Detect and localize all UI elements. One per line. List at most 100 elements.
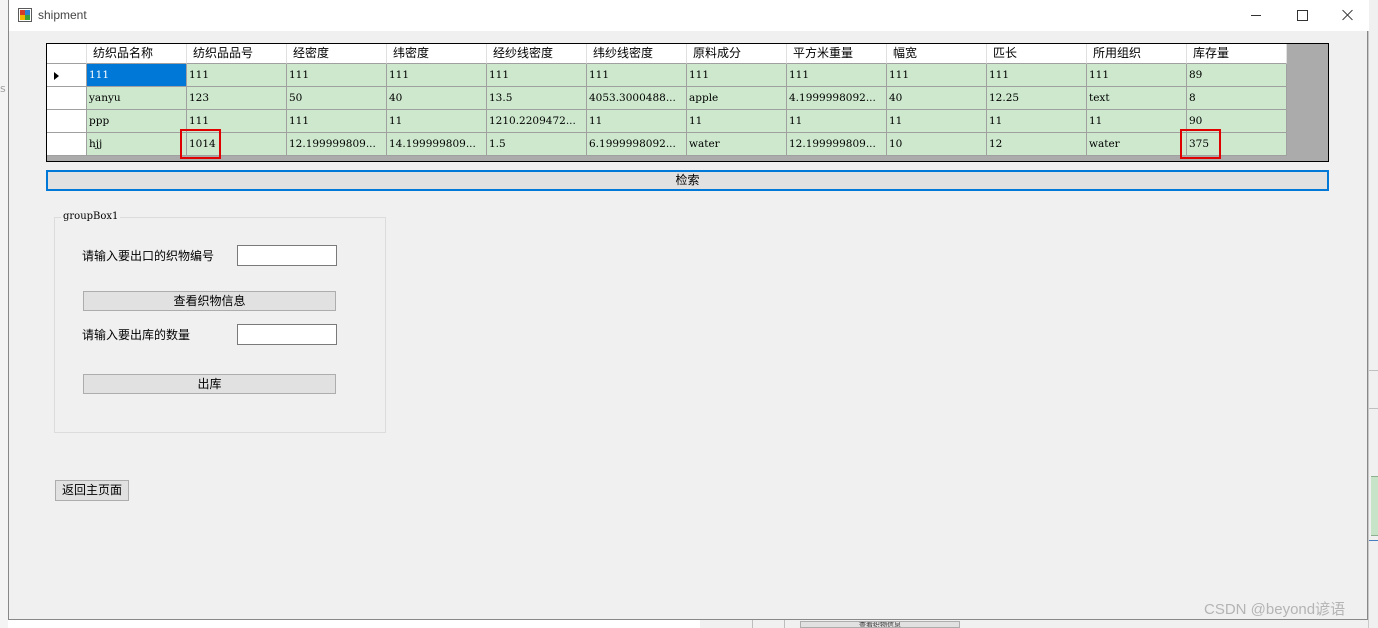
table-cell[interactable]: 111 xyxy=(1087,64,1187,87)
table-cell[interactable]: 12.199999809... xyxy=(287,133,387,156)
column-header[interactable]: 幅宽 xyxy=(887,44,987,64)
table-cell[interactable]: 4.1999998092... xyxy=(787,87,887,110)
app-icon xyxy=(18,8,32,22)
table-cell[interactable]: 111 xyxy=(87,64,187,87)
row-header[interactable] xyxy=(47,133,87,156)
table-cell[interactable]: 1.5 xyxy=(487,133,587,156)
table-cell[interactable]: 40 xyxy=(387,87,487,110)
fabric-id-label: 请输入要出口的织物编号 xyxy=(82,249,215,263)
background-divider xyxy=(1369,370,1378,371)
minimize-icon[interactable] xyxy=(1233,0,1279,31)
column-header[interactable]: 原料成分 xyxy=(687,44,787,64)
table-cell[interactable]: 11 xyxy=(1087,110,1187,133)
fabric-data-grid[interactable]: 纺织品名称 纺织品品号 经密度 纬密度 经纱线密度 纬纱线密度 原料成分 平方米重量 幅宽 匹长所… xyxy=(46,43,1329,162)
table-cell[interactable]: 11 xyxy=(787,110,887,133)
window-title: shipment xyxy=(38,8,87,22)
table-cell[interactable]: hjj xyxy=(87,133,187,156)
background-divider xyxy=(1369,408,1378,409)
background-grid-fragment xyxy=(1371,476,1378,536)
table-cell[interactable]: 111 xyxy=(287,110,387,133)
maximize-icon[interactable] xyxy=(1279,0,1325,31)
background-window-right xyxy=(1368,0,1378,628)
table-cell[interactable]: 40 xyxy=(887,87,987,110)
table-cell[interactable]: 4053.3000488... xyxy=(587,87,687,110)
column-header[interactable]: 纺织品品号 xyxy=(187,44,287,64)
background-view-button: 查看织物信息 xyxy=(800,621,960,628)
column-header[interactable]: 纬纱线密度 xyxy=(587,44,687,64)
grid-header-row: 纺织品名称 纺织品品号 经密度 纬密度 经纱线密度 纬纱线密度 原料成分 平方米重量 幅宽 匹长所… xyxy=(47,44,1287,64)
table-cell[interactable]: 11 xyxy=(387,110,487,133)
row-header[interactable] xyxy=(47,87,87,110)
table-cell[interactable]: 111 xyxy=(887,64,987,87)
background-divider xyxy=(752,620,753,628)
table-cell[interactable]: 90 xyxy=(1187,110,1287,133)
column-header[interactable]: 库存量 xyxy=(1187,44,1287,64)
table-cell[interactable]: 111 xyxy=(287,64,387,87)
table-row[interactable]: hjj 1014 12.199999809... 14.199999809... 1.5… xyxy=(47,133,1287,156)
groupbox: groupBox1 请输入要出口的织物编号 查看织物信息 请输入要出库的数量 出… xyxy=(54,211,386,433)
table-cell[interactable]: 10 xyxy=(887,133,987,156)
table-cell[interactable]: water xyxy=(1087,133,1187,156)
view-fabric-button[interactable]: 查看织物信息 xyxy=(83,291,336,311)
table-cell[interactable]: 1210.2209472... xyxy=(487,110,587,133)
table-cell[interactable]: apple xyxy=(687,87,787,110)
table-cell[interactable]: 8 xyxy=(1187,87,1287,110)
table-cell[interactable]: 111 xyxy=(687,64,787,87)
table-cell[interactable]: yanyu xyxy=(87,87,187,110)
table-cell[interactable]: 111 xyxy=(187,110,287,133)
current-row-arrow-icon xyxy=(54,72,59,80)
shipment-window: shipment 纺织品名称 纺织品品号 经密度 纬密度 经纱线密度 纬纱线密度 原料成分平… xyxy=(8,0,1369,620)
table-cell[interactable]: water xyxy=(687,133,787,156)
table-cell[interactable]: 111 xyxy=(587,64,687,87)
column-header[interactable]: 所用组织 xyxy=(1087,44,1187,64)
table-cell[interactable]: 123 xyxy=(187,87,287,110)
table-cell[interactable]: 111 xyxy=(187,64,287,87)
title-bar[interactable]: shipment xyxy=(9,0,1369,31)
table-cell[interactable]: 13.5 xyxy=(487,87,587,110)
column-header[interactable]: 平方米重量 xyxy=(787,44,887,64)
background-window-bottom: 查看织物信息 xyxy=(700,620,1368,628)
table-cell[interactable]: 11 xyxy=(887,110,987,133)
column-header[interactable]: 匹长 xyxy=(987,44,1087,64)
table-cell[interactable]: 6.1999998092... xyxy=(587,133,687,156)
quantity-label: 请输入要出库的数量 xyxy=(82,328,191,342)
background-divider xyxy=(784,620,785,628)
column-header[interactable]: 纬密度 xyxy=(387,44,487,64)
table-cell[interactable]: 12.25 xyxy=(987,87,1087,110)
table-cell[interactable]: 111 xyxy=(487,64,587,87)
table-row[interactable]: yanyu 123 50 40 13.5 4053.3000488... apple 4.19… xyxy=(47,87,1287,110)
grid-corner-header[interactable] xyxy=(47,44,87,64)
table-cell[interactable]: 12 xyxy=(987,133,1087,156)
column-header[interactable]: 经密度 xyxy=(287,44,387,64)
quantity-input[interactable] xyxy=(237,324,337,345)
fabric-id-input[interactable] xyxy=(237,245,337,266)
table-cell[interactable]: 11 xyxy=(587,110,687,133)
table-cell[interactable]: 1014 xyxy=(187,133,287,156)
table-cell[interactable]: ppp xyxy=(87,110,187,133)
close-icon[interactable] xyxy=(1325,0,1371,31)
row-header[interactable] xyxy=(47,110,87,133)
table-row[interactable]: ppp 111 111 11 1210.2209472... 11 11 11 11 11 11 90 xyxy=(47,110,1287,133)
column-header[interactable]: 纺织品名称 xyxy=(87,44,187,64)
table-cell[interactable]: text xyxy=(1087,87,1187,110)
table-cell[interactable]: 11 xyxy=(987,110,1087,133)
search-button[interactable]: 检索 xyxy=(46,170,1329,191)
groupbox-legend: groupBox1 xyxy=(61,211,121,223)
table-row[interactable]: 111 111 111 111 111 111 111 111 111 111 111 89 xyxy=(47,64,1287,87)
background-left-text: s xyxy=(0,82,6,95)
background-window-left: s xyxy=(0,0,8,628)
table-cell[interactable]: 111 xyxy=(987,64,1087,87)
table-cell[interactable]: 111 xyxy=(387,64,487,87)
table-cell[interactable]: 50 xyxy=(287,87,387,110)
row-header[interactable] xyxy=(47,64,87,87)
csdn-watermark: CSDN @beyond谚语 xyxy=(1204,601,1346,618)
table-cell[interactable]: 14.199999809... xyxy=(387,133,487,156)
table-cell[interactable]: 111 xyxy=(787,64,887,87)
table-cell[interactable]: 12.199999809... xyxy=(787,133,887,156)
ship-out-button[interactable]: 出库 xyxy=(83,374,336,394)
column-header[interactable]: 经纱线密度 xyxy=(487,44,587,64)
table-cell[interactable]: 89 xyxy=(1187,64,1287,87)
back-to-main-button[interactable]: 返回主页面 xyxy=(55,480,129,501)
table-cell[interactable]: 375 xyxy=(1187,133,1287,156)
table-cell[interactable]: 11 xyxy=(687,110,787,133)
